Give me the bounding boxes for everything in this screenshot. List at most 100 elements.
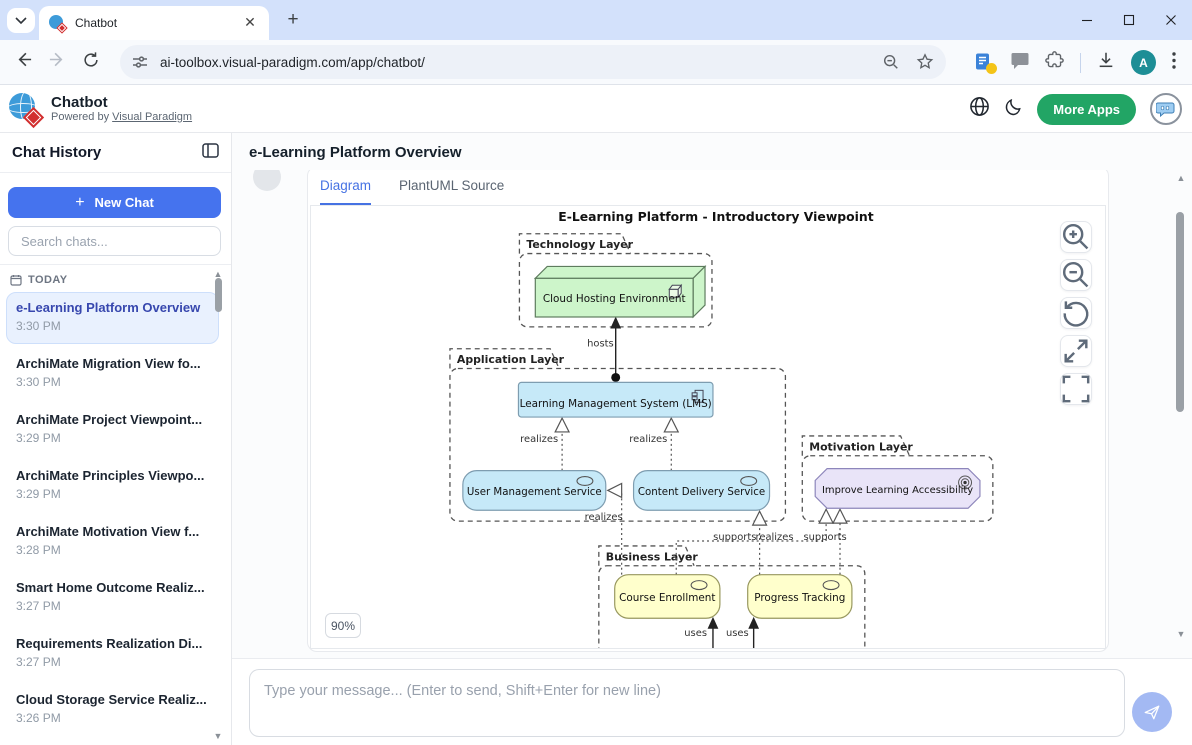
dark-mode-button[interactable] [1004,97,1023,121]
diagram-toolbar [1060,221,1092,405]
reading-mode-extension-icon[interactable] [975,53,995,73]
scrollbar-thumb[interactable] [215,278,222,312]
page-title: e-Learning Platform Overview [232,133,1192,170]
svg-text:Technology Layer: Technology Layer [526,238,633,251]
toolbar-divider [1080,53,1081,73]
expand-button[interactable] [1060,335,1092,367]
window-minimize-button[interactable] [1066,14,1108,26]
assistant-avatar [253,170,281,191]
diagram-message-card: Diagram PlantUML Source E-Learning Platf… [307,170,1109,652]
chat-history-item[interactable]: ArchiMate Principles Viewpo...3:29 PM [6,460,219,512]
comment-extension-icon[interactable] [1011,52,1029,74]
tab-close-icon[interactable]: ✕ [241,14,259,32]
chat-item-time: 3:27 PM [16,599,209,613]
chat-item-title: ArchiMate Migration View fo... [16,356,209,371]
chat-item-title: e-Learning Platform Overview [16,300,209,315]
scrollbar-thumb[interactable] [1176,212,1184,412]
scroll-down-arrow[interactable]: ▼ [213,732,223,740]
tab-diagram[interactable]: Diagram [320,170,371,205]
send-plane-icon [1143,703,1161,721]
visual-paradigm-link[interactable]: Visual Paradigm [112,111,192,123]
svg-text:Learning Management System (LM: Learning Management System (LMS) [520,398,712,410]
send-button[interactable] [1132,692,1172,732]
chat-history-item[interactable]: Requirements Realization Di... 3:27 PM [6,628,219,680]
reload-icon [82,51,100,69]
chat-item-time: 3:27 PM [16,655,209,669]
chatbot-widget-button[interactable] [1150,93,1182,125]
reset-view-button[interactable] [1060,297,1092,329]
chat-item-title: Requirements Realization Di... [16,636,209,651]
panel-icon [202,143,219,158]
profile-avatar[interactable]: A [1131,50,1156,75]
search-input[interactable] [19,233,210,250]
back-arrow-icon [14,50,33,69]
url-text[interactable]: ai-toolbox.visual-paradigm.com/app/chatb… [160,55,882,70]
back-button[interactable] [6,50,40,74]
collapse-sidebar-button[interactable] [202,143,219,163]
downloads-button[interactable] [1097,51,1115,74]
new-tab-button[interactable]: + [281,9,305,33]
browser-menu-kebab-icon[interactable] [1172,52,1176,74]
download-icon [1097,51,1115,69]
zoom-level-badge: 90% [325,613,361,638]
reload-button[interactable] [74,51,108,74]
chat-item-title: ArchiMate Project Viewpoint... [16,412,209,427]
svg-text:Business Layer: Business Layer [606,550,699,563]
window-close-button[interactable] [1150,14,1192,26]
chat-panel: e-Learning Platform Overview Diagram Pla… [232,133,1192,745]
svg-text:supports: supports [713,532,756,543]
url-bar[interactable]: ai-toolbox.visual-paradigm.com/app/chatb… [120,45,946,79]
chat-robot-icon [1156,101,1176,118]
expand-arrows-icon [1061,336,1091,366]
node-content-delivery-service: Content Delivery Service [634,471,770,511]
chat-history-item[interactable]: Smart Home Outcome Realiz...3:27 PM [6,572,219,624]
chat-item-time: 3:30 PM [16,375,209,389]
app-title: Chatbot [51,94,192,111]
tab-search-button[interactable] [7,8,35,33]
chat-item-time: 3:26 PM [16,711,209,725]
node-progress-tracking: Progress Tracking [748,575,852,619]
page-zoom-icon[interactable] [882,53,900,71]
bookmark-star-icon[interactable] [916,53,934,71]
chat-item-time: 3:29 PM [16,431,209,445]
fullscreen-button[interactable] [1060,373,1092,405]
forward-arrow-icon [48,50,67,69]
language-globe-button[interactable] [969,96,990,122]
svg-text:Content Delivery Service: Content Delivery Service [638,487,765,498]
edge-cds-realizes-lms: realizes [629,418,678,471]
svg-text:Course Enrollment: Course Enrollment [619,592,715,604]
message-input[interactable] [249,669,1125,737]
chat-item-time: 3:30 PM [16,319,209,333]
calendar-icon [10,274,22,286]
chat-history-item[interactable]: ArchiMate Migration View fo... 3:30 PM [6,348,219,400]
zoom-in-icon [1061,222,1091,252]
archimate-diagram: E-Learning Platform - Introductory Viewp… [311,206,1105,648]
chat-item-title: ArchiMate Motivation View f... [16,524,209,539]
zoom-in-button[interactable] [1060,221,1092,253]
scroll-up-arrow[interactable]: ▲ [1176,174,1186,182]
extensions-puzzle-icon[interactable] [1045,51,1064,75]
chat-history-item[interactable]: ArchiMate Project Viewpoint... 3:29 PM [6,404,219,456]
more-apps-button[interactable]: More Apps [1037,94,1136,125]
edge-uses-progress-tracking: uses [726,618,758,648]
search-chats-input[interactable] [8,226,221,256]
chat-history-item[interactable]: Cloud Storage Service Realiz... 3:26 PM [6,684,219,736]
forward-button[interactable] [40,50,74,74]
svg-text:Improve Learning Accessibility: Improve Learning Accessibility [822,485,973,496]
chat-history-item[interactable]: e-Learning Platform Overview 3:30 PM [6,292,219,344]
new-chat-button[interactable]: + New Chat [8,187,221,218]
scroll-down-arrow[interactable]: ▼ [1176,630,1186,638]
chat-item-title: Cloud Storage Service Realiz... [16,692,209,707]
browser-tab[interactable]: Chatbot ✕ [39,6,269,40]
zoom-out-button[interactable] [1060,259,1092,291]
diagram-title: E-Learning Platform - Introductory Viewp… [558,209,873,224]
scroll-up-arrow[interactable]: ▲ [213,270,223,278]
chat-history-item[interactable]: ArchiMate Motivation View f...3:28 PM [6,516,219,568]
tab-plantuml-source[interactable]: PlantUML Source [399,170,504,205]
diagram-canvas[interactable]: E-Learning Platform - Introductory Viewp… [310,205,1106,649]
edge-ums-realizes-lms: realizes [520,418,569,471]
window-maximize-button[interactable] [1108,14,1150,26]
svg-text:Application Layer: Application Layer [457,353,565,366]
site-settings-icon[interactable] [132,54,148,70]
edge-uses-course-enrollment: uses [684,618,717,648]
